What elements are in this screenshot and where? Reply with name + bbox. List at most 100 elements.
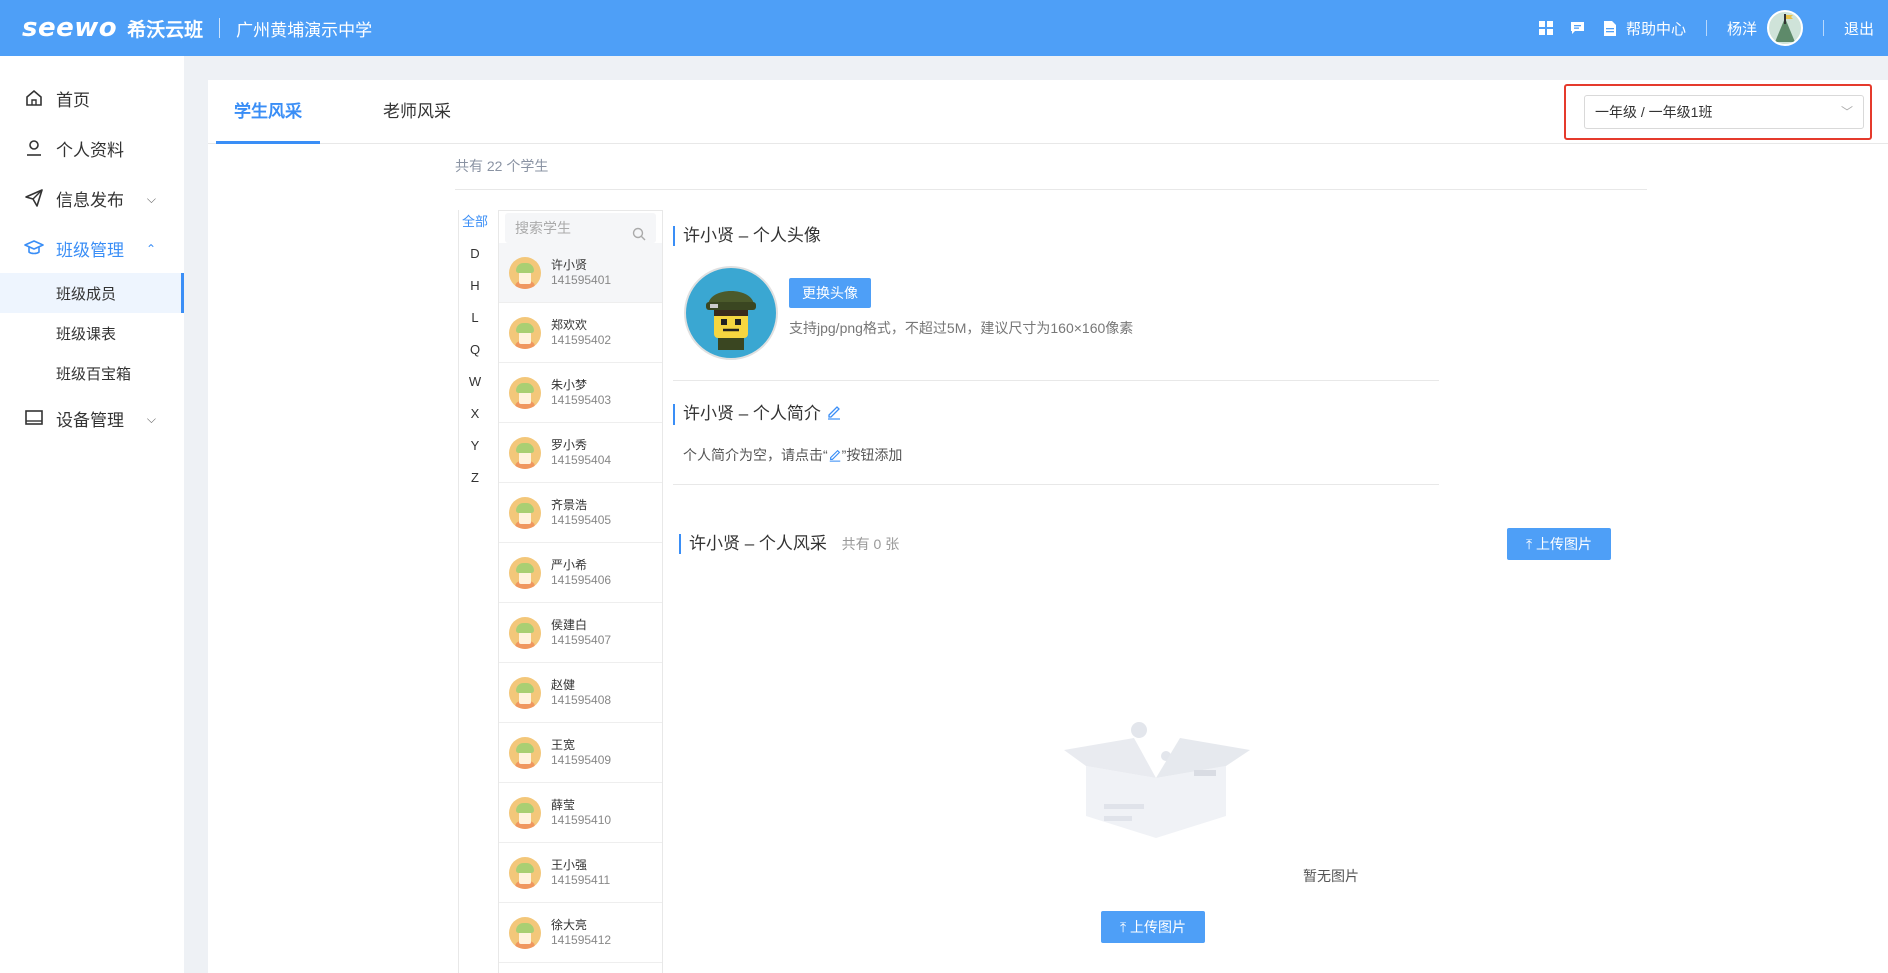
apps-grid-icon[interactable] bbox=[1538, 20, 1554, 36]
student-id: 141595403 bbox=[551, 392, 612, 407]
user-icon bbox=[24, 138, 44, 158]
sidebar-subitem-class-members[interactable]: 班级成员 bbox=[0, 273, 184, 313]
student-avatar bbox=[509, 556, 541, 589]
student-id: 141595407 bbox=[551, 632, 612, 647]
avatar-section-title: 许小贤 – 个人头像 bbox=[673, 226, 821, 246]
letter-all[interactable]: 全部 bbox=[459, 212, 491, 244]
letter-d[interactable]: D bbox=[459, 244, 491, 276]
student-name: 朱小梦 bbox=[551, 377, 588, 392]
list-item[interactable]: 侯建白 141595407 bbox=[499, 603, 662, 663]
letter-z[interactable]: Z bbox=[459, 468, 491, 500]
empty-state-text: 暂无图片 bbox=[1303, 868, 1359, 884]
chevron-down-icon: ⌵ bbox=[146, 412, 156, 426]
document-icon bbox=[1602, 20, 1618, 36]
student-name: 罗小秀 bbox=[551, 437, 588, 452]
list-item[interactable]: 赵健 141595408 bbox=[499, 663, 662, 723]
tab-student-style[interactable]: 学生风采 bbox=[216, 80, 320, 144]
student-name: 赵健 bbox=[551, 677, 576, 692]
student-avatar bbox=[509, 376, 541, 409]
student-avatar bbox=[509, 856, 541, 889]
search-icon[interactable] bbox=[632, 221, 646, 251]
logout-link[interactable]: 退出 bbox=[1844, 18, 1874, 39]
student-count: 共有 22 个学生 bbox=[455, 158, 549, 174]
graduation-cap-icon bbox=[24, 238, 44, 258]
change-avatar-button[interactable]: 更换头像 bbox=[789, 278, 871, 308]
list-item[interactable]: 严小希 141595406 bbox=[499, 543, 662, 603]
student-avatar bbox=[509, 496, 541, 529]
student-large-avatar bbox=[684, 266, 778, 360]
header-divider-2 bbox=[1822, 20, 1824, 36]
grade-class-select[interactable]: 一年级 / 一年级1班 ﹀ bbox=[1584, 95, 1864, 129]
list-item[interactable]: 王小强 141595411 bbox=[499, 843, 662, 903]
tab-teacher-style[interactable]: 老师风采 bbox=[372, 80, 462, 144]
letter-index: 全部 D H L Q W X Y Z bbox=[459, 212, 491, 500]
student-avatar bbox=[509, 796, 541, 829]
username[interactable]: 杨洋 bbox=[1727, 18, 1757, 39]
list-item[interactable]: 齐景浩 141595405 bbox=[499, 483, 662, 543]
student-id: 141595404 bbox=[551, 452, 612, 467]
sidebar-item-class-management[interactable]: 班级管理 ⌃ bbox=[0, 223, 184, 273]
list-item[interactable]: 罗小秀 141595404 bbox=[499, 423, 662, 483]
sidebar-item-label: 班级管理 bbox=[56, 240, 124, 260]
header-divider bbox=[1705, 20, 1707, 36]
student-search-input[interactable]: 搜索学生 bbox=[505, 213, 656, 243]
student-avatar bbox=[509, 316, 541, 349]
bio-empty-text-before: 个人简介为空，请点击“ bbox=[683, 447, 828, 463]
sidebar-item-devices[interactable]: 设备管理 ⌵ bbox=[0, 393, 184, 443]
upload-image-button-top[interactable]: ⤒ 上传图片 bbox=[1507, 528, 1611, 560]
grade-select-highlight: 一年级 / 一年级1班 ﹀ bbox=[1564, 84, 1872, 140]
divider bbox=[673, 380, 1439, 381]
letter-x[interactable]: X bbox=[459, 404, 491, 436]
upload-image-button-empty[interactable]: ⤒ 上传图片 bbox=[1101, 911, 1205, 943]
gallery-title-text: 许小贤 – 个人风采 bbox=[689, 534, 827, 553]
student-name: 严小希 bbox=[551, 557, 588, 572]
sidebar-item-home[interactable]: 首页 bbox=[0, 73, 184, 123]
sidebar-item-label: 个人资料 bbox=[56, 140, 124, 160]
upload-icon: ⤒ bbox=[1119, 919, 1127, 935]
top-bar: seewo 希沃云班 广州黄埔演示中学 帮助中心 杨洋 退出 bbox=[0, 0, 1888, 56]
student-avatar bbox=[509, 916, 541, 949]
letter-w[interactable]: W bbox=[459, 372, 491, 404]
list-item[interactable]: 王宽 141595409 bbox=[499, 723, 662, 783]
letter-h[interactable]: H bbox=[459, 276, 491, 308]
list-item[interactable]: 郑欢欢 141595402 bbox=[499, 303, 662, 363]
chevron-down-icon: ⌵ bbox=[146, 192, 156, 206]
help-center-link[interactable]: 帮助中心 bbox=[1602, 18, 1686, 39]
student-id: 141595409 bbox=[551, 752, 612, 767]
sidebar-item-label: 首页 bbox=[56, 90, 90, 110]
brand-logo: seewo bbox=[22, 13, 118, 43]
sidebar-subitem-class-schedule[interactable]: 班级课表 bbox=[0, 313, 184, 353]
avatar-hint: 支持jpg/png格式，不超过5M，建议尺寸为160×160像素 bbox=[789, 320, 1134, 336]
message-icon[interactable] bbox=[1570, 20, 1586, 36]
list-item[interactable]: 徐大亮 141595412 bbox=[499, 903, 662, 963]
student-name: 徐大亮 bbox=[551, 917, 588, 932]
school-name: 广州黄埔演示中学 bbox=[236, 20, 373, 40]
home-icon bbox=[24, 88, 44, 108]
list-item[interactable]: 许小贤 141595401 bbox=[499, 243, 662, 303]
student-id: 141595408 bbox=[551, 692, 612, 707]
divider bbox=[455, 189, 1647, 190]
student-list: 搜索学生 许小贤 141595401 郑欢欢 141595402 朱小梦 141595… bbox=[498, 210, 663, 973]
bio-title-text: 许小贤 – 个人简介 bbox=[683, 404, 821, 423]
send-icon bbox=[24, 188, 44, 208]
divider bbox=[673, 484, 1439, 485]
student-avatar bbox=[509, 256, 541, 289]
student-name: 王宽 bbox=[551, 737, 576, 752]
letter-q[interactable]: Q bbox=[459, 340, 491, 372]
brand-name: 希沃云班 bbox=[127, 19, 204, 41]
list-item[interactable]: 薛莹 141595410 bbox=[499, 783, 662, 843]
letter-y[interactable]: Y bbox=[459, 436, 491, 468]
bio-section-title: 许小贤 – 个人简介 bbox=[673, 404, 842, 426]
edit-pencil-icon[interactable] bbox=[826, 404, 842, 425]
student-avatar bbox=[509, 676, 541, 709]
user-avatar[interactable] bbox=[1766, 10, 1803, 46]
student-name: 齐景浩 bbox=[551, 497, 588, 512]
monitor-icon bbox=[24, 408, 44, 428]
letter-l[interactable]: L bbox=[459, 308, 491, 340]
list-item[interactable]: 朱小梦 141595403 bbox=[499, 363, 662, 423]
sidebar-subitem-class-toolbox[interactable]: 班级百宝箱 bbox=[0, 353, 184, 393]
student-name: 王小强 bbox=[551, 857, 588, 872]
sidebar-item-publish[interactable]: 信息发布 ⌵ bbox=[0, 173, 184, 223]
sidebar-item-profile[interactable]: 个人资料 bbox=[0, 123, 184, 173]
chevron-up-icon: ⌃ bbox=[145, 242, 156, 256]
